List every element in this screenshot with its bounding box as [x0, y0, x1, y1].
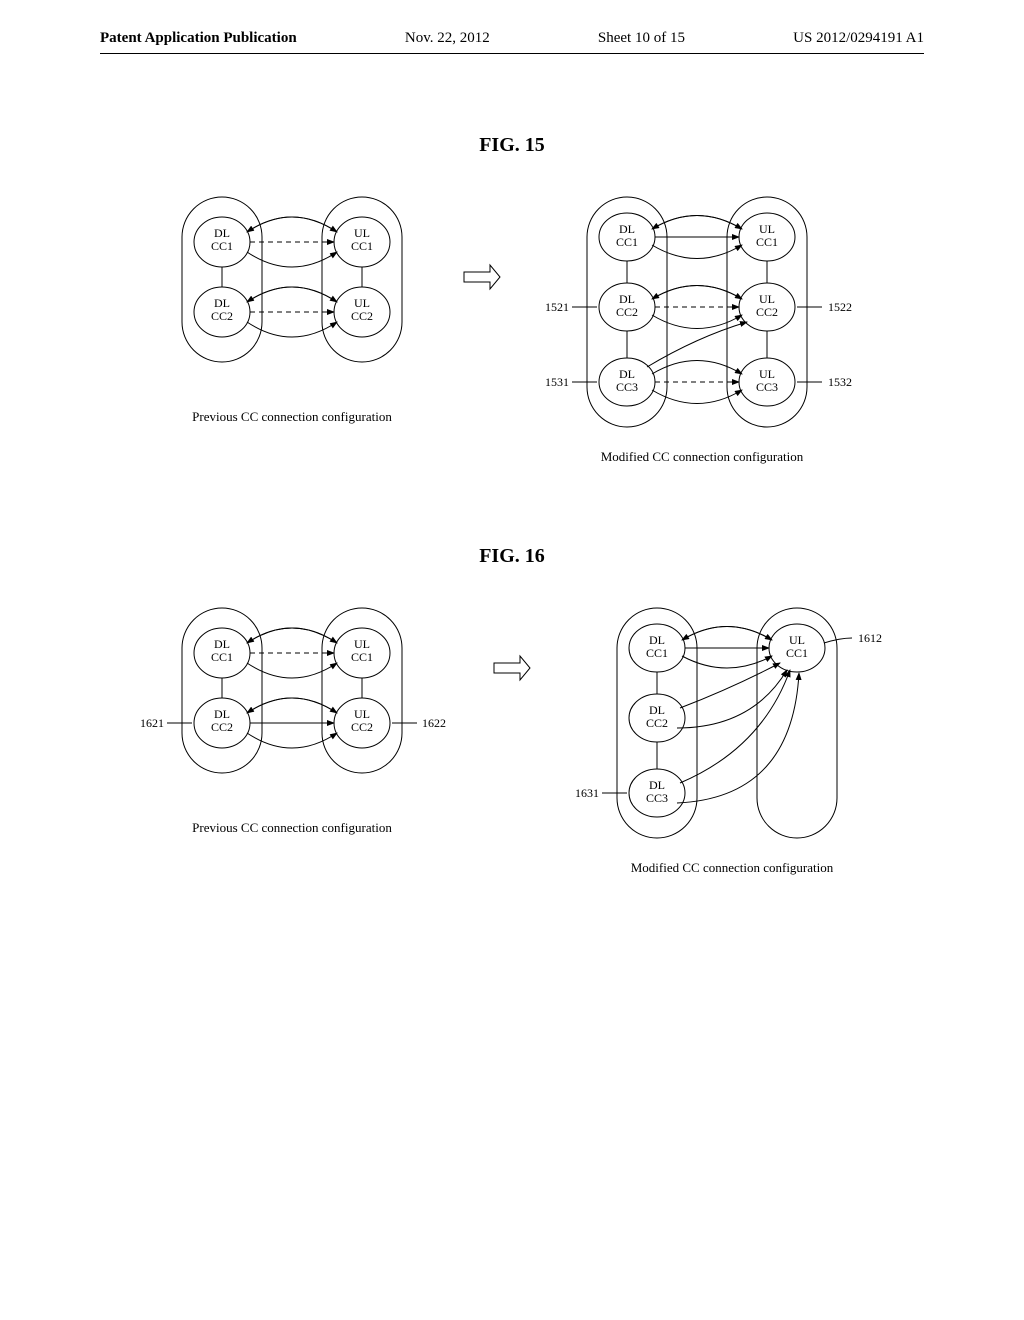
svg-text:1612: 1612 — [858, 631, 882, 645]
svg-text:DL: DL — [214, 226, 230, 240]
svg-text:CC1: CC1 — [211, 239, 233, 253]
fig15-mod-svg: DL CC1 UL CC1 DL CC2 UL CC2 DL CC3 UL CC… — [532, 187, 872, 437]
svg-text:CC3: CC3 — [646, 791, 668, 805]
svg-text:DL: DL — [619, 292, 635, 306]
svg-text:CC2: CC2 — [211, 720, 233, 734]
fig16-mod-svg: DL CC1 UL CC1 DL CC2 DL CC3 1612 1631 — [562, 598, 902, 848]
svg-text:UL: UL — [789, 633, 805, 647]
fig16-title: FIG. 16 — [100, 545, 924, 568]
fig16-arrow-icon — [492, 598, 532, 808]
svg-text:DL: DL — [619, 222, 635, 236]
svg-text:UL: UL — [354, 707, 370, 721]
svg-text:UL: UL — [759, 292, 775, 306]
fig15-prev-svg: DL CC1 UL CC1 DL CC2 UL CC2 — [152, 187, 432, 397]
svg-text:CC1: CC1 — [351, 239, 373, 253]
fig15-mod-caption: Modified CC connection configuration — [601, 449, 804, 465]
fig15-modified: DL CC1 UL CC1 DL CC2 UL CC2 DL CC3 UL CC… — [532, 187, 872, 465]
svg-text:UL: UL — [759, 367, 775, 381]
svg-text:CC3: CC3 — [616, 380, 638, 394]
svg-text:DL: DL — [619, 367, 635, 381]
svg-text:UL: UL — [354, 637, 370, 651]
svg-text:CC1: CC1 — [756, 235, 778, 249]
svg-text:CC3: CC3 — [756, 380, 778, 394]
svg-text:1531: 1531 — [545, 375, 569, 389]
svg-text:DL: DL — [649, 633, 665, 647]
svg-text:CC1: CC1 — [786, 646, 808, 660]
fig16-modified: DL CC1 UL CC1 DL CC2 DL CC3 1612 1631 Mo… — [562, 598, 902, 876]
fig15-title: FIG. 15 — [100, 134, 924, 157]
svg-text:CC2: CC2 — [351, 720, 373, 734]
svg-text:1522: 1522 — [828, 300, 852, 314]
svg-text:CC2: CC2 — [351, 309, 373, 323]
header-pubno: US 2012/0294191 A1 — [793, 30, 924, 47]
fig15-arrow-icon — [462, 187, 502, 397]
svg-text:CC2: CC2 — [756, 305, 778, 319]
fig16-container: DL CC1 UL CC1 DL CC2 UL CC2 1621 1622 Pr… — [100, 598, 924, 876]
svg-text:CC1: CC1 — [351, 650, 373, 664]
page-header: Patent Application Publication Nov. 22, … — [100, 30, 924, 54]
svg-text:CC1: CC1 — [616, 235, 638, 249]
fig15-previous: DL CC1 UL CC1 DL CC2 UL CC2 Previous CC … — [152, 187, 432, 425]
svg-text:1622: 1622 — [422, 716, 446, 730]
svg-text:UL: UL — [759, 222, 775, 236]
svg-text:1532: 1532 — [828, 375, 852, 389]
fig16-prev-caption: Previous CC connection configuration — [192, 820, 392, 836]
page: Patent Application Publication Nov. 22, … — [0, 0, 1024, 906]
svg-text:DL: DL — [214, 296, 230, 310]
svg-text:CC2: CC2 — [646, 716, 668, 730]
svg-text:CC2: CC2 — [211, 309, 233, 323]
header-date: Nov. 22, 2012 — [405, 30, 490, 47]
svg-text:CC2: CC2 — [616, 305, 638, 319]
svg-text:CC1: CC1 — [646, 646, 668, 660]
svg-text:UL: UL — [354, 296, 370, 310]
svg-text:DL: DL — [214, 707, 230, 721]
fig15-container: DL CC1 UL CC1 DL CC2 UL CC2 Previous CC … — [100, 187, 924, 465]
fig16-prev-svg: DL CC1 UL CC1 DL CC2 UL CC2 1621 1622 — [122, 598, 462, 808]
svg-text:1521: 1521 — [545, 300, 569, 314]
fig15-prev-caption: Previous CC connection configuration — [192, 409, 392, 425]
svg-text:DL: DL — [649, 778, 665, 792]
svg-text:1631: 1631 — [575, 786, 599, 800]
fig16-mod-caption: Modified CC connection configuration — [631, 860, 834, 876]
header-sheet: Sheet 10 of 15 — [598, 30, 685, 47]
svg-text:UL: UL — [354, 226, 370, 240]
svg-text:DL: DL — [649, 703, 665, 717]
svg-text:1621: 1621 — [140, 716, 164, 730]
header-left: Patent Application Publication — [100, 30, 297, 47]
svg-text:DL: DL — [214, 637, 230, 651]
svg-text:CC1: CC1 — [211, 650, 233, 664]
fig16-previous: DL CC1 UL CC1 DL CC2 UL CC2 1621 1622 Pr… — [122, 598, 462, 836]
